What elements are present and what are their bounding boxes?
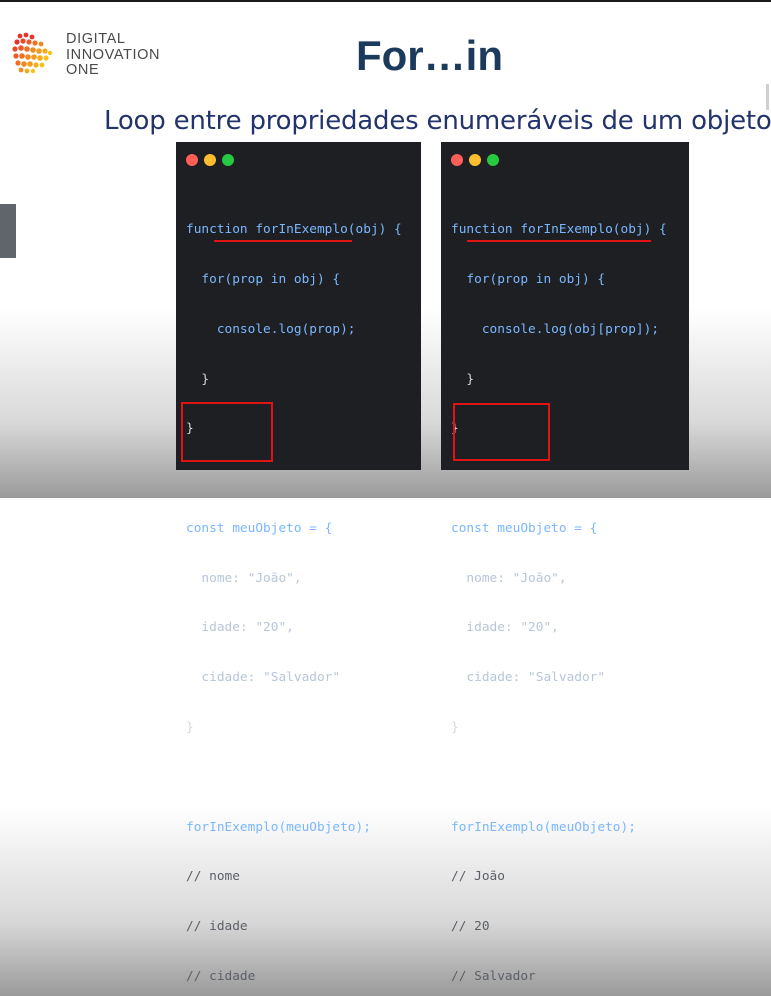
code-line-log: console.log(obj[prop]);	[451, 321, 660, 337]
code-line: cidade: "Salvador"	[186, 670, 341, 686]
code-panel-left: function forInExemplo(obj) { for(prop in…	[176, 142, 421, 984]
code-output-line: // idade	[186, 919, 248, 935]
code-line: nome: "João",	[451, 570, 567, 586]
code-block-right: function forInExemplo(obj) { for(prop in…	[451, 189, 667, 996]
scrollbar-thumb[interactable]	[766, 84, 769, 110]
minimize-dot-icon	[469, 154, 481, 166]
code-line: idade: "20",	[186, 620, 294, 636]
code-output-line: // João	[451, 869, 505, 885]
code-output-line: // Salvador	[451, 968, 536, 984]
maximize-dot-icon	[222, 154, 234, 166]
side-panel-tab[interactable]	[0, 204, 16, 258]
highlight-box-output	[453, 403, 550, 461]
code-line-log: console.log(prop);	[186, 321, 356, 337]
close-dot-icon	[451, 154, 463, 166]
code-line: }	[451, 720, 459, 735]
highlight-underline	[467, 240, 651, 242]
code-line: cidade: "Salvador"	[451, 670, 606, 686]
code-output-line: // cidade	[186, 968, 256, 984]
code-line: }	[186, 371, 210, 387]
code-panel-right: function forInExemplo(obj) { for(prop in…	[441, 142, 689, 984]
code-line: }	[451, 371, 475, 387]
slide-title: For…in	[356, 32, 503, 79]
minimize-dot-icon	[204, 154, 216, 166]
code-block-left: function forInExemplo(obj) { for(prop in…	[186, 189, 402, 996]
slide-subtitle: Loop entre propriedades enumeráveis de u…	[104, 106, 771, 136]
code-line: nome: "João",	[186, 570, 302, 586]
code-line: for(prop in obj) {	[451, 271, 606, 287]
highlight-underline	[214, 240, 352, 242]
maximize-dot-icon	[487, 154, 499, 166]
code-line: }	[186, 720, 194, 735]
code-line: for(prop in obj) {	[186, 271, 341, 287]
code-line: function forInExemplo(obj) {	[451, 222, 667, 238]
code-line: const meuObjeto = {	[451, 520, 598, 536]
slide-title-container: For…in	[0, 32, 771, 80]
close-dot-icon	[186, 154, 198, 166]
code-line-call: forInExemplo(meuObjeto);	[451, 819, 636, 835]
code-line: const meuObjeto = {	[186, 520, 333, 536]
top-border	[0, 0, 771, 2]
code-output-line: // 20	[451, 919, 490, 935]
code-line: function forInExemplo(obj) {	[186, 222, 402, 238]
code-output-line: // nome	[186, 869, 240, 885]
highlight-box-output	[181, 402, 273, 462]
code-line-call: forInExemplo(meuObjeto);	[186, 819, 371, 835]
code-line: idade: "20",	[451, 620, 559, 636]
